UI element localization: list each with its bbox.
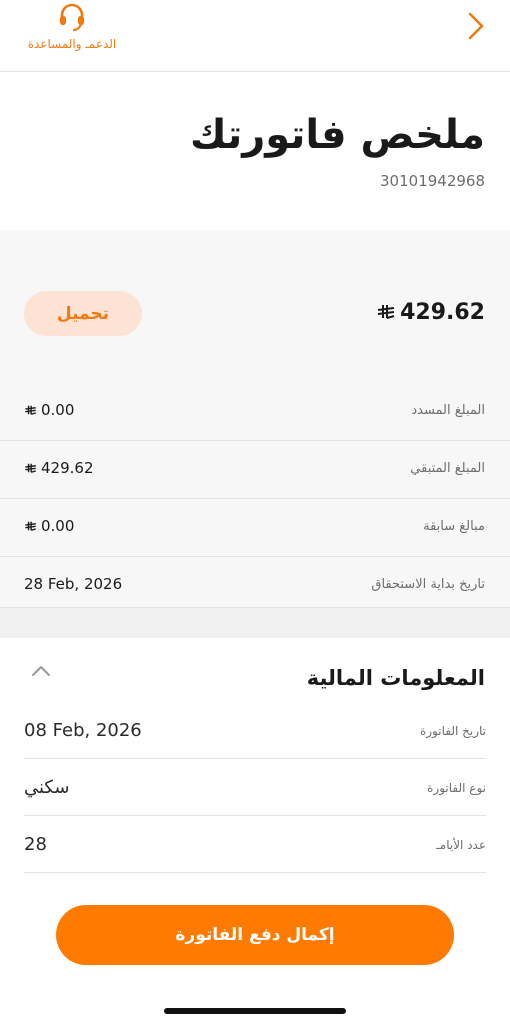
total-amount: 429.62 — [376, 300, 485, 325]
summary-row-paid: المبلغ المسدد 0.00 — [0, 383, 510, 441]
row-value: 429.62 — [24, 459, 94, 477]
saudi-riyal-icon — [377, 305, 395, 319]
complete-payment-button[interactable]: إكمال دفع الفاتورة — [56, 905, 454, 965]
row-value: سكني — [24, 777, 70, 798]
row-value: 0.00 — [24, 401, 74, 419]
back-button[interactable] — [464, 10, 488, 42]
home-indicator — [164, 1008, 346, 1014]
row-value: 28 — [24, 834, 47, 855]
financial-info-section: المعلومات المالية تاريخ الفاتورة 08 Feb,… — [0, 638, 510, 1024]
bill-number: 30101942968 — [380, 172, 485, 190]
financial-rows: تاريخ الفاتورة 08 Feb, 2026 نوع الفاتورة… — [24, 702, 486, 873]
title-section: ملخص فاتورتك 30101942968 — [0, 72, 510, 230]
total-amount-value: 429.62 — [400, 300, 485, 325]
row-label: نوع الفاتورة — [427, 781, 486, 795]
chevron-right-icon — [468, 12, 484, 40]
bill-summary: 429.62 تحميل المبلغ المسدد 0.00 المبلغ ا… — [0, 230, 510, 608]
row-label: تاريخ الفاتورة — [419, 724, 486, 738]
saudi-riyal-icon — [25, 463, 36, 473]
row-value-text: 429.62 — [41, 459, 94, 477]
row-value: 08 Feb, 2026 — [24, 720, 142, 741]
financial-row-days: عدد الأيامـ 28 — [24, 816, 486, 873]
saudi-riyal-icon — [25, 521, 36, 531]
support-label: الدعمـ والمساعدة — [27, 37, 117, 51]
summary-rows: المبلغ المسدد 0.00 المبلغ المتبقي 429.62… — [0, 383, 510, 615]
page-title: ملخص فاتورتك — [189, 112, 485, 158]
saudi-riyal-icon — [25, 405, 36, 415]
row-value: 28 Feb, 2026 — [24, 575, 123, 593]
top-bar: الدعمـ والمساعدة — [0, 0, 510, 72]
row-value: 0.00 — [24, 517, 74, 535]
chevron-up-icon — [32, 666, 50, 676]
row-label: المبلغ المتبقي — [410, 461, 485, 476]
row-label: عدد الأيامـ — [436, 838, 486, 852]
support-help-button[interactable]: الدعمـ والمساعدة — [20, 0, 124, 60]
financial-row-invoice-type: نوع الفاتورة سكني — [24, 759, 486, 816]
financial-info-title: المعلومات المالية — [306, 666, 485, 690]
summary-row-remaining: المبلغ المتبقي 429.62 — [0, 441, 510, 499]
summary-row-previous: مبالغ سابقة 0.00 — [0, 499, 510, 557]
section-divider — [0, 608, 510, 638]
row-label: مبالغ سابقة — [423, 519, 485, 534]
row-value-text: 0.00 — [41, 517, 75, 535]
row-label: تاريخ بداية الاستحقاق — [371, 577, 485, 592]
headset-icon — [60, 3, 84, 31]
summary-row-due-start: تاريخ بداية الاستحقاق 28 Feb, 2026 — [0, 557, 510, 615]
download-button[interactable]: تحميل — [24, 291, 142, 336]
row-label: المبلغ المسدد — [411, 403, 485, 418]
collapse-button[interactable] — [28, 662, 54, 680]
financial-row-invoice-date: تاريخ الفاتورة 08 Feb, 2026 — [24, 702, 486, 759]
row-value-text: 0.00 — [41, 401, 75, 419]
